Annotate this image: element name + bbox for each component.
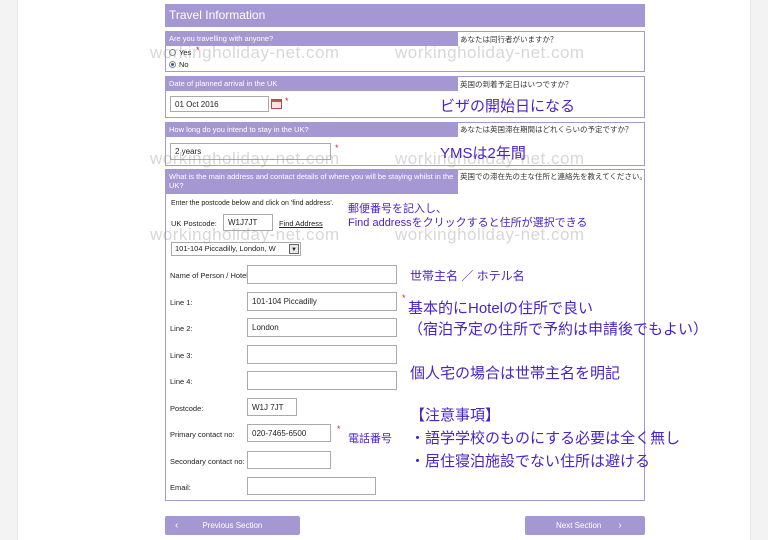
line3-input[interactable] <box>247 345 397 364</box>
annotation-note-2: ・居住寝泊施設でない住所は避ける <box>410 453 651 470</box>
address-jp: 英国での滞在先の主な住所と連絡先を教えてください。 <box>460 172 647 181</box>
annotation-notes-title: 【注意事項】 <box>410 407 501 424</box>
chevron-down-icon[interactable]: ▼ <box>289 244 299 254</box>
watermark: workingholiday-net.com <box>150 43 340 62</box>
annotation-private-home: 個人宅の場合は世帯主名を明記 <box>410 365 621 382</box>
line4-input[interactable] <box>247 371 397 390</box>
section-title: Travel Information <box>165 4 645 27</box>
address-select-value: 101-104 Piccadilly, London, W <box>175 244 276 253</box>
calendar-icon[interactable] <box>271 99 282 109</box>
page: Travel Information Are you travelling wi… <box>0 0 768 540</box>
name-hotel-label: Name of Person / Hotel <box>170 271 248 280</box>
secondary-contact-input[interactable] <box>247 451 331 469</box>
email-input[interactable] <box>247 477 376 495</box>
line1-input[interactable]: 101-104 Piccadilly <box>247 292 397 311</box>
annotation-household: 世帯主名 ／ ホテル名 <box>410 269 525 283</box>
watermark: workingholiday-net.com <box>150 225 340 244</box>
email-label: Email: <box>170 483 191 492</box>
required-marker: * <box>285 96 289 106</box>
line2-label: Line 2: <box>170 324 193 333</box>
line1-label: Line 1: <box>170 298 193 307</box>
annotation-yms: YMSは2年間 <box>440 145 526 162</box>
previous-section-label: Previous Section <box>202 521 263 530</box>
stay-length-jp: あなたは英国滞在期間はどれくらいの予定ですか？ <box>460 125 633 134</box>
chevron-right-icon: › <box>618 520 622 531</box>
chevron-left-icon: ‹ <box>175 520 179 531</box>
next-section-button[interactable]: Next Section › <box>525 516 645 535</box>
annotation-phone: 電話番号 <box>348 433 392 445</box>
postcode-instruction: Enter the postcode below and click on 'f… <box>171 200 334 207</box>
address-label: What is the main address and contact det… <box>166 170 458 194</box>
annotation-hotel-ok: 基本的にHotelの住所で良い <box>408 300 594 317</box>
required-marker: * <box>402 293 406 303</box>
annotation-postcode-2: Find addressをクリックすると住所が選択できる <box>348 217 588 229</box>
primary-contact-label: Primary contact no: <box>170 430 235 439</box>
name-hotel-input[interactable] <box>247 265 397 284</box>
watermark: workingholiday-net.com <box>395 43 585 62</box>
annotation-note-1: ・語学学校のものにする必要は全く無し <box>410 430 681 447</box>
stay-length-label: How long do you intend to stay in the UK… <box>166 123 458 137</box>
required-marker: * <box>337 424 341 434</box>
line4-label: Line 4: <box>170 377 193 386</box>
arrival-date-jp: 英国の到着予定日はいつですか？ <box>460 80 573 89</box>
postcode-input[interactable]: W1J 7JT <box>247 398 297 416</box>
left-margin <box>0 0 18 540</box>
secondary-contact-label: Secondary contact no: <box>170 457 245 466</box>
arrival-date-input[interactable]: 01 Oct 2016 <box>170 96 269 112</box>
annotation-booking: （宿泊予定の住所で予約は申請後でもよい） <box>408 321 709 338</box>
postcode-label: Postcode: <box>170 404 204 413</box>
line3-label: Line 3: <box>170 351 193 360</box>
previous-section-button[interactable]: ‹ Previous Section <box>165 516 300 535</box>
arrival-date-label: Date of planned arrival in the UK <box>166 77 458 91</box>
annotation-visa-start: ビザの開始日になる <box>440 98 576 115</box>
primary-contact-input[interactable]: 020-7465-6500 <box>247 424 331 442</box>
watermark: workingholiday-net.com <box>150 149 340 168</box>
line2-input[interactable]: London <box>247 318 397 337</box>
right-margin <box>750 0 768 540</box>
next-section-label: Next Section <box>556 521 602 530</box>
